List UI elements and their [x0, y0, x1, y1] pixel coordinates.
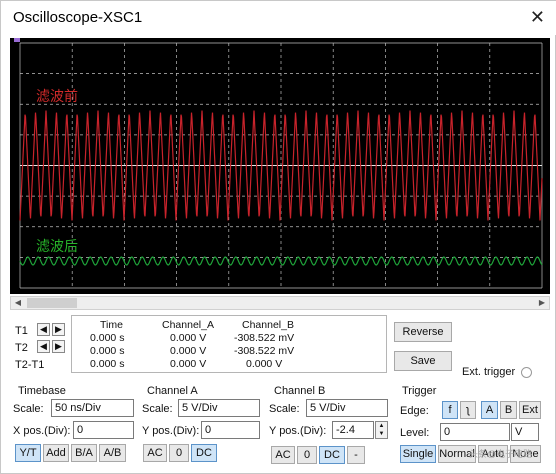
- readout-header-time: Time: [100, 319, 123, 331]
- channel-a-dc-button[interactable]: DC: [191, 444, 217, 462]
- trigger-title: Trigger: [402, 385, 437, 397]
- channel-a-scale-input[interactable]: 5 V/Div: [178, 399, 260, 417]
- ext-trigger-radio[interactable]: [521, 367, 532, 378]
- trigger-single-button[interactable]: Single: [400, 445, 436, 463]
- t2-right-arrow-icon[interactable]: ▶: [52, 340, 65, 353]
- channel-a-ac-button[interactable]: AC: [143, 444, 167, 462]
- cursor-t2t1-label: T2-T1: [15, 359, 45, 371]
- scroll-right-icon[interactable]: ▶: [535, 297, 549, 309]
- trigger-falling-edge-icon[interactable]: ʅ: [460, 401, 476, 419]
- mode-ba-button[interactable]: B/A: [71, 444, 97, 462]
- trigger-source-b-button[interactable]: B: [500, 401, 517, 419]
- readout-cell: 0.000 s: [90, 345, 125, 357]
- trigger-rising-edge-icon[interactable]: f: [442, 401, 458, 419]
- timebase-scale-label: Scale:: [13, 403, 44, 415]
- t1-right-arrow-icon[interactable]: ▶: [52, 323, 65, 336]
- channel-b-invert-button[interactable]: -: [347, 446, 365, 464]
- mode-ab-button[interactable]: A/B: [99, 444, 126, 462]
- time-scrollbar[interactable]: ◀ ▶: [10, 296, 550, 310]
- cursor-t2t1-row: T2-T1: [15, 357, 75, 373]
- readout-cell: -308.522 mV: [234, 345, 295, 357]
- cursor-t1-label: T1: [15, 325, 28, 337]
- watermark-text: 头条@电子电路: [469, 449, 533, 459]
- timebase-xpos-label: X pos.(Div):: [13, 425, 71, 437]
- scroll-left-icon[interactable]: ◀: [11, 297, 25, 309]
- channel-b-scale-label: Scale:: [269, 403, 300, 415]
- timebase-title: Timebase: [18, 385, 66, 397]
- channel-b-dc-button[interactable]: DC: [319, 446, 345, 464]
- oscilloscope-window: Oscilloscope-XSC1 ✕ 滤波前 滤波后 ◀ ▶ T1 ◀ ▶ T…: [0, 0, 556, 474]
- readout-cell: 0.000 V: [246, 358, 283, 370]
- channel-a-scale-label: Scale:: [142, 403, 173, 415]
- readout-cell: 0.000 V: [170, 332, 207, 344]
- cursor-readout-table: Time Channel_A Channel_B 0.000 s 0.000 V…: [71, 315, 387, 373]
- channel-a-ypos-label: Y pos.(Div):: [142, 425, 200, 437]
- readout-header-channel-b: Channel_B: [242, 319, 294, 331]
- waveform-plot: [14, 38, 543, 289]
- cursor-t2-label: T2: [15, 342, 28, 354]
- readout-cell: 0.000 V: [170, 358, 207, 370]
- ypos-spinner-icon[interactable]: ▲ ▼: [375, 421, 388, 439]
- channel-b-ypos-input[interactable]: -2.4: [332, 421, 374, 439]
- cursor-t2-row: T2 ◀ ▶: [15, 340, 75, 356]
- window-title: Oscilloscope-XSC1: [13, 9, 143, 26]
- scroll-thumb[interactable]: [27, 298, 77, 308]
- channel-a-ypos-input[interactable]: 0: [201, 421, 260, 439]
- channel-b-ypos-label: Y pos.(Div):: [269, 425, 327, 437]
- channel-b-ac-button[interactable]: AC: [271, 446, 295, 464]
- timebase-xpos-input[interactable]: 0: [73, 421, 134, 439]
- readout-cell: 0.000 s: [90, 358, 125, 370]
- ext-trigger-label: Ext. trigger: [462, 366, 516, 378]
- timebase-scale-input[interactable]: 50 ns/Div: [51, 399, 134, 417]
- trigger-level-label: Level:: [400, 427, 430, 439]
- t1-left-arrow-icon[interactable]: ◀: [37, 323, 50, 336]
- cursor-marker-t1: [14, 38, 20, 42]
- close-icon[interactable]: ✕: [530, 7, 545, 28]
- cursor-t1-row: T1 ◀ ▶: [15, 323, 75, 339]
- trigger-edge-label: Edge:: [400, 405, 429, 417]
- readout-header-channel-a: Channel_A: [162, 319, 214, 331]
- trigger-level-unit[interactable]: V: [511, 423, 539, 441]
- mode-add-button[interactable]: Add: [43, 444, 69, 462]
- trigger-source-a-button[interactable]: A: [481, 401, 498, 419]
- label-before-filter: 滤波前: [36, 89, 78, 105]
- readout-cell: 0.000 V: [170, 345, 207, 357]
- display-grid: [19, 42, 543, 289]
- title-bar: Oscilloscope-XSC1 ✕: [1, 1, 556, 35]
- trigger-source-ext-button[interactable]: Ext: [519, 401, 541, 419]
- save-button[interactable]: Save: [394, 351, 452, 371]
- channel-b-scale-input[interactable]: 5 V/Div: [306, 399, 388, 417]
- label-after-filter: 滤波后: [36, 239, 78, 255]
- oscilloscope-display: 滤波前 滤波后: [10, 38, 550, 294]
- channel-b-title: Channel B: [274, 385, 326, 397]
- reverse-button[interactable]: Reverse: [394, 322, 452, 342]
- channel-a-title: Channel A: [147, 385, 198, 397]
- readout-cell: 0.000 s: [90, 332, 125, 344]
- t2-left-arrow-icon[interactable]: ◀: [37, 340, 50, 353]
- trigger-level-input[interactable]: 0: [440, 423, 510, 441]
- channel-b-zero-button[interactable]: 0: [297, 446, 317, 464]
- readout-cell: -308.522 mV: [234, 332, 295, 344]
- channel-a-zero-button[interactable]: 0: [169, 444, 189, 462]
- mode-yt-button[interactable]: Y/T: [15, 444, 41, 462]
